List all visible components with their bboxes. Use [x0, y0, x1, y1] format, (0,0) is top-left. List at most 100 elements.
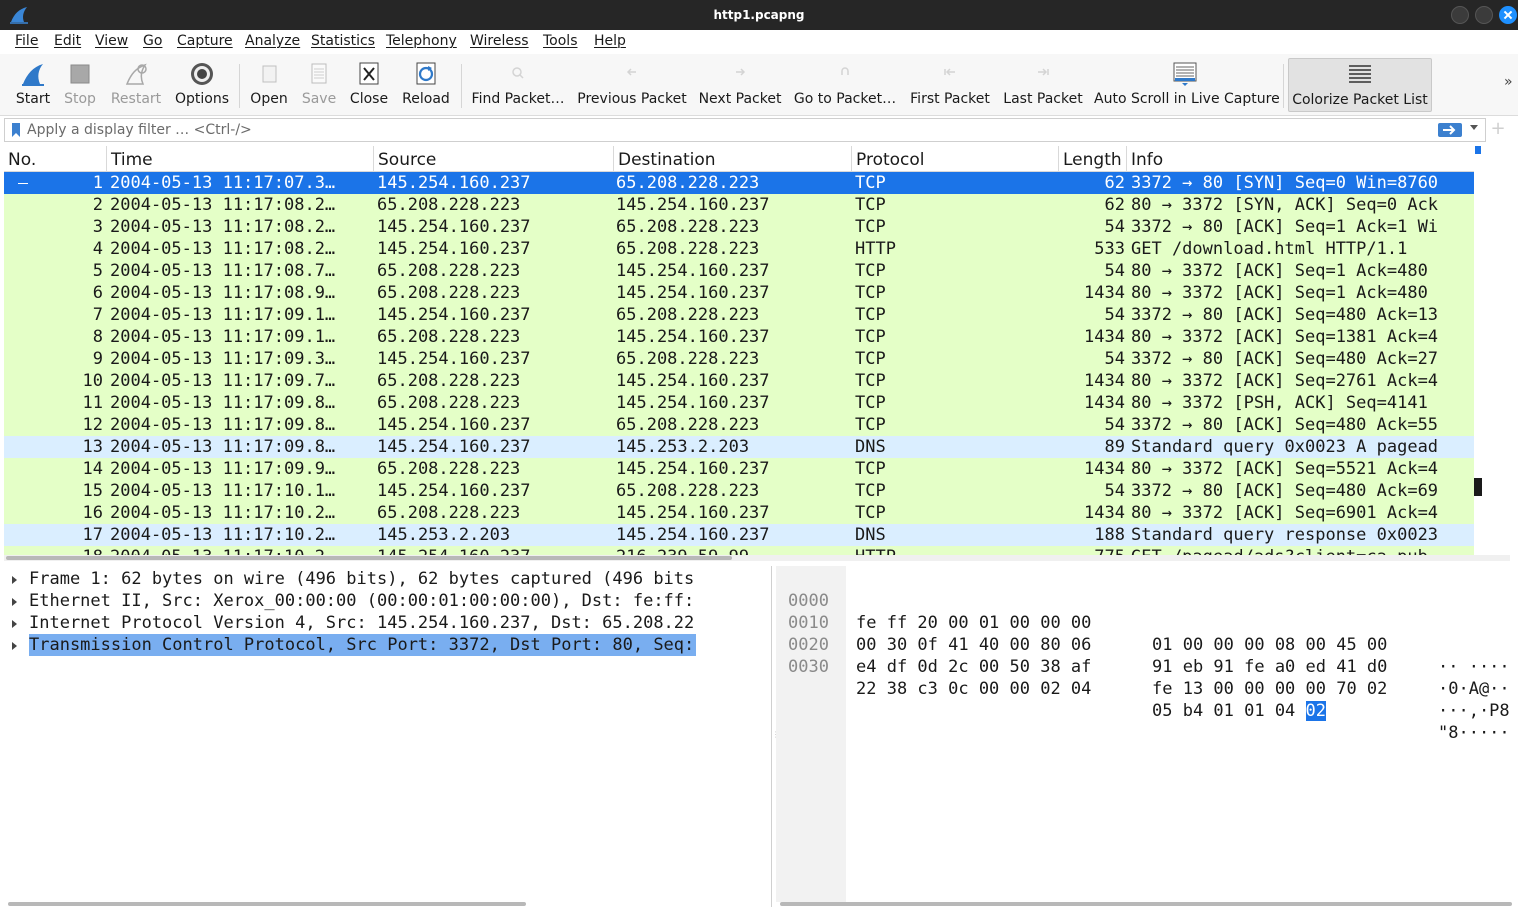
packet-list-scrollbar[interactable]: [1474, 146, 1482, 556]
table-row[interactable]: 10 2004-05-13 11:17:09.7… 65.208.228.223 14…: [4, 370, 1474, 392]
scroll-thumb[interactable]: [8, 902, 526, 906]
column-source[interactable]: Source: [374, 146, 614, 172]
cell-time: 2004-05-13 11:17:09.9…: [110, 459, 336, 479]
bytes-row[interactable]: 0010 00 30 0f 41 40 00 80 06 91 eb 91 fe…: [776, 590, 1518, 699]
table-row[interactable]: 9 2004-05-13 11:17:09.3… 145.254.160.237 65…: [4, 348, 1474, 370]
cell-time: 2004-05-13 11:17:08.7…: [110, 261, 336, 281]
table-row[interactable]: 13 2004-05-13 11:17:09.8… 145.254.160.237 1…: [4, 436, 1474, 458]
table-row[interactable]: 3 2004-05-13 11:17:08.2… 145.254.160.237 65…: [4, 216, 1474, 238]
cell-destination: 145.254.160.237: [616, 195, 770, 215]
table-row[interactable]: 2 2004-05-13 11:17:08.2… 65.208.228.223 145…: [4, 194, 1474, 216]
column-destination[interactable]: Destination: [614, 146, 852, 172]
detail-row-tcp[interactable]: Transmission Control Protocol, Src Port:…: [4, 634, 771, 656]
cell-time: 2004-05-13 11:17:08.2…: [110, 239, 336, 259]
menu-wireless[interactable]: Wireless: [470, 33, 529, 49]
close-window-button[interactable]: [1499, 6, 1517, 24]
cell-no: 14: [82, 459, 103, 479]
detail-row-ethernet[interactable]: Ethernet II, Src: Xerox_00:00:00 (00:00:…: [4, 590, 771, 612]
stop-square-icon: [70, 64, 90, 84]
chevron-down-icon[interactable]: [1470, 125, 1478, 130]
menu-statistics[interactable]: Statistics: [311, 33, 375, 49]
cell-protocol: HTTP: [855, 239, 896, 259]
expand-arrow-icon[interactable]: [12, 620, 17, 628]
table-row[interactable]: 17 2004-05-13 11:17:10.2… 145.253.2.203 145…: [4, 524, 1474, 546]
scroll-thumb[interactable]: [6, 556, 732, 560]
restart-capture-button[interactable]: Restart: [108, 58, 164, 112]
column-protocol[interactable]: Protocol: [852, 146, 1059, 172]
capture-options-button[interactable]: Options: [173, 58, 231, 112]
next-packet-button[interactable]: Next Packet: [697, 58, 783, 112]
toolbar-separator: [461, 64, 462, 108]
menu-capture[interactable]: Capture: [177, 33, 233, 49]
close-file-button[interactable]: Close: [346, 58, 392, 112]
reload-file-button[interactable]: Reload: [400, 58, 452, 112]
last-packet-button[interactable]: Last Packet: [1002, 58, 1084, 112]
table-row[interactable]: 7 2004-05-13 11:17:09.1… 145.254.160.237 65…: [4, 304, 1474, 326]
menu-edit[interactable]: Edit: [54, 33, 81, 49]
find-packet-button[interactable]: Find Packet…: [468, 58, 568, 112]
expand-arrow-icon[interactable]: [12, 642, 17, 650]
column-no[interactable]: No.: [4, 146, 107, 172]
menu-go[interactable]: Go: [143, 33, 162, 49]
table-row[interactable]: 5 2004-05-13 11:17:08.7… 65.208.228.223 145…: [4, 260, 1474, 282]
table-row[interactable]: 8 2004-05-13 11:17:09.1… 65.208.228.223 145…: [4, 326, 1474, 348]
colorize-packet-list-button[interactable]: Colorize Packet List: [1288, 58, 1432, 112]
toolbar-overflow-button[interactable]: »: [1504, 74, 1513, 90]
bytes-row[interactable]: 0000 fe ff 20 00 01 00 00 00 01 00 00 00…: [776, 568, 1518, 677]
scroll-thumb[interactable]: [780, 902, 1512, 906]
column-time[interactable]: Time: [107, 146, 374, 172]
cell-info: Standard query response 0x0023: [1131, 525, 1439, 545]
minimize-button[interactable]: [1451, 6, 1469, 24]
auto-scroll-button[interactable]: Auto Scroll in Live Capture: [1094, 58, 1280, 112]
details-horizontal-scrollbar[interactable]: [4, 902, 771, 907]
packet-details-pane: Frame 1: 62 bytes on wire (496 bits), 62…: [4, 566, 772, 907]
cell-info: 80 → 3372 [ACK] Seq=5521 Ack=4: [1131, 459, 1439, 479]
selected-byte[interactable]: 02: [1305, 701, 1327, 721]
first-packet-button[interactable]: First Packet: [907, 58, 993, 112]
previous-packet-button[interactable]: Previous Packet: [576, 58, 688, 112]
menu-analyze[interactable]: Analyze: [245, 33, 300, 49]
table-row[interactable]: 6 2004-05-13 11:17:08.9… 65.208.228.223 145…: [4, 282, 1474, 304]
packet-list-horizontal-scrollbar[interactable]: [4, 555, 1510, 561]
table-row[interactable]: 15 2004-05-13 11:17:10.1… 145.254.160.237 6…: [4, 480, 1474, 502]
cell-info: 80 → 3372 [SYN, ACK] Seq=0 Ack: [1131, 195, 1439, 215]
detail-row-frame[interactable]: Frame 1: 62 bytes on wire (496 bits), 62…: [4, 568, 771, 590]
menu-file[interactable]: File: [15, 33, 38, 49]
stop-capture-button[interactable]: Stop: [60, 58, 100, 112]
bytes-row[interactable]: 0020 e4 df 0d 2c 00 50 38 af fe 13 00 00…: [776, 612, 1518, 721]
go-to-packet-button[interactable]: Go to Packet…: [792, 58, 898, 112]
bookmark-icon[interactable]: [11, 123, 21, 137]
cell-no: 7: [92, 305, 103, 325]
table-row[interactable]: 16 2004-05-13 11:17:10.2… 65.208.228.223 14…: [4, 502, 1474, 524]
display-filter-input[interactable]: [27, 120, 1427, 140]
detail-row-ipv4[interactable]: Internet Protocol Version 4, Src: 145.25…: [4, 612, 771, 634]
table-row[interactable]: 14 2004-05-13 11:17:09.9… 65.208.228.223 14…: [4, 458, 1474, 480]
open-file-button[interactable]: Open: [247, 58, 291, 112]
bytes-row[interactable]: 0030 22 38 c3 0c 00 00 02 04 05 b4 01 01…: [776, 634, 1518, 743]
cell-protocol: TCP: [855, 349, 886, 369]
menu-help[interactable]: Help: [594, 33, 626, 49]
table-row[interactable]: 1 2004-05-13 11:17:07.3… 145.254.160.237 65…: [4, 172, 1474, 194]
add-filter-button[interactable]: +: [1488, 118, 1508, 142]
gear-icon: [191, 63, 213, 85]
cell-source: 145.254.160.237: [377, 217, 531, 237]
menu-telephony[interactable]: Telephony: [386, 33, 457, 49]
expand-arrow-icon[interactable]: [12, 576, 17, 584]
table-row[interactable]: 4 2004-05-13 11:17:08.2… 145.254.160.237 65…: [4, 238, 1474, 260]
column-length[interactable]: Length: [1059, 146, 1127, 172]
menu-bar: File Edit View Go Capture Analyze Statis…: [0, 30, 1518, 54]
table-row[interactable]: 11 2004-05-13 11:17:09.8… 65.208.228.223 14…: [4, 392, 1474, 414]
table-row[interactable]: 12 2004-05-13 11:17:09.8… 145.254.160.237 6…: [4, 414, 1474, 436]
apply-filter-button[interactable]: [1438, 123, 1462, 137]
cell-no: 13: [82, 437, 103, 457]
column-info[interactable]: Info: [1127, 146, 1474, 172]
menu-view[interactable]: View: [95, 33, 128, 49]
cell-protocol: TCP: [855, 217, 886, 237]
bytes-horizontal-scrollbar[interactable]: [776, 902, 1518, 907]
start-capture-button[interactable]: Start: [10, 58, 56, 112]
maximize-button[interactable]: [1475, 6, 1493, 24]
expand-arrow-icon[interactable]: [12, 598, 17, 606]
scroll-thumb[interactable]: [1475, 146, 1481, 154]
menu-tools[interactable]: Tools: [543, 33, 578, 49]
save-file-button[interactable]: Save: [298, 58, 340, 112]
